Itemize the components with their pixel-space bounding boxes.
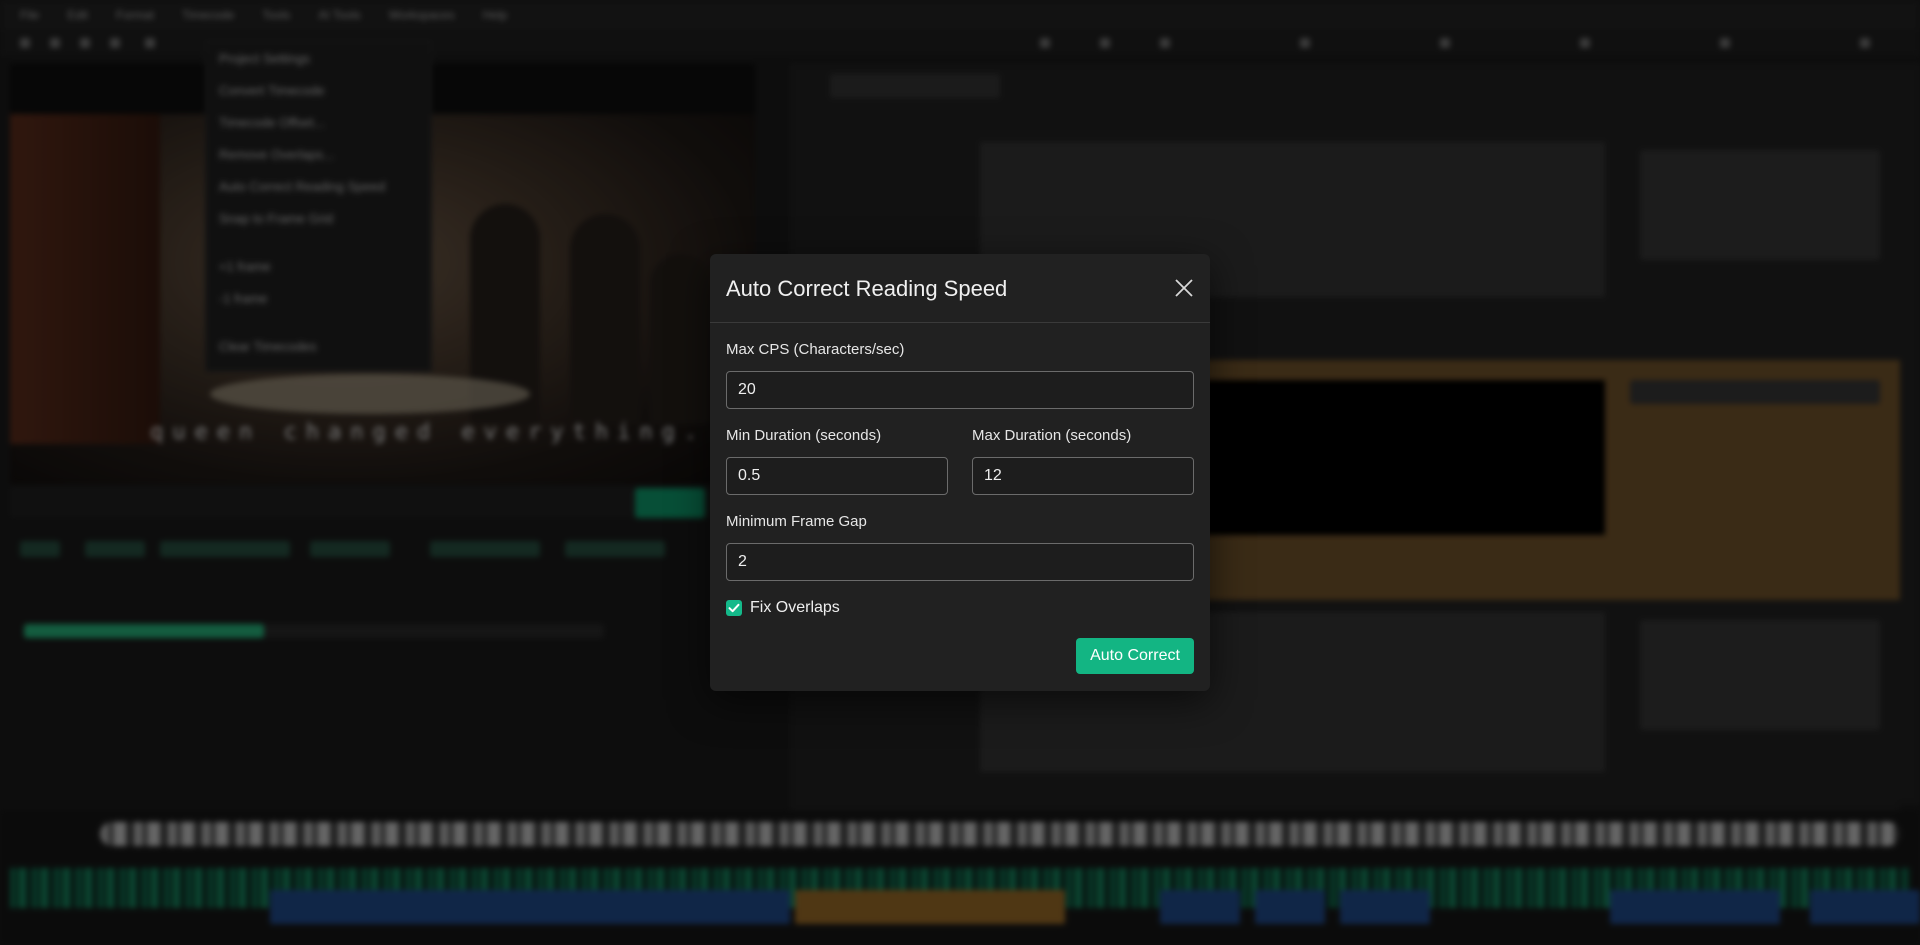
dialog-title: Auto Correct Reading Speed	[726, 276, 1008, 301]
close-button[interactable]	[1172, 276, 1196, 300]
checkmark-icon	[728, 603, 740, 613]
max-cps-input[interactable]	[726, 371, 1194, 409]
min-frame-gap-label: Minimum Frame Gap	[726, 513, 867, 530]
close-icon	[1175, 279, 1193, 297]
auto-correct-dialog: Auto Correct Reading Speed Max CPS (Char…	[710, 254, 1210, 691]
dialog-header: Auto Correct Reading Speed	[710, 254, 1210, 323]
max-duration-input[interactable]	[972, 457, 1194, 495]
fix-overlaps-label[interactable]: Fix Overlaps	[750, 599, 840, 617]
fix-overlaps-checkbox[interactable]	[726, 600, 742, 616]
auto-correct-button[interactable]: Auto Correct	[1076, 638, 1194, 674]
min-frame-gap-input[interactable]	[726, 543, 1194, 581]
min-duration-input[interactable]	[726, 457, 948, 495]
min-duration-label: Min Duration (seconds)	[726, 427, 882, 444]
max-duration-label: Max Duration (seconds)	[972, 427, 1132, 444]
max-cps-label: Max CPS (Characters/sec)	[726, 341, 905, 358]
